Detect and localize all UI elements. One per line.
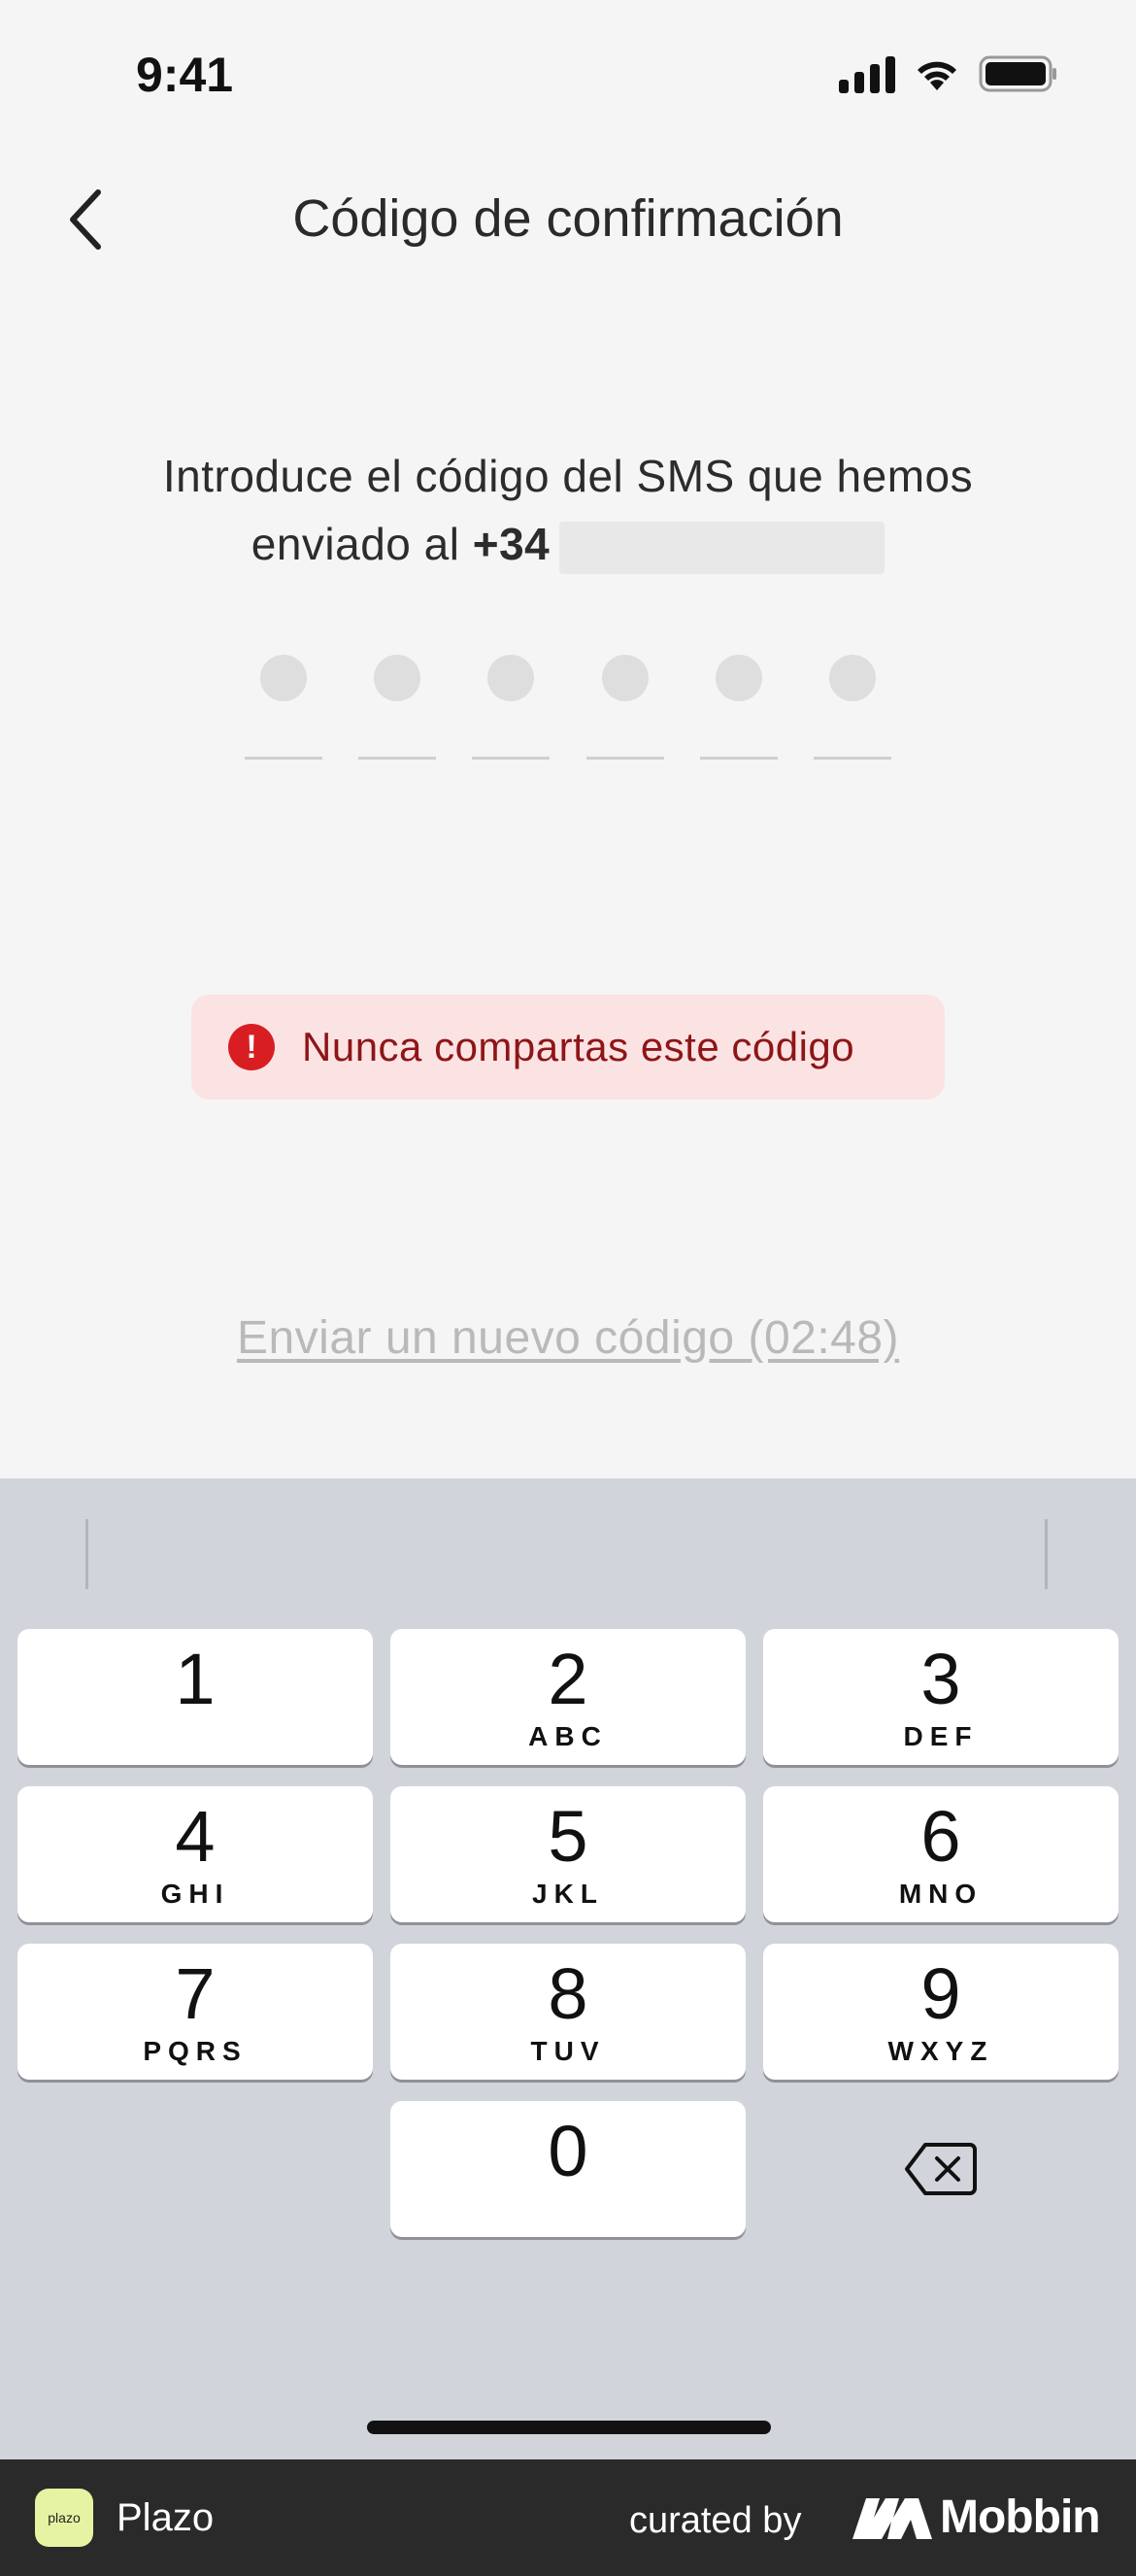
app-logo: plazo [35, 2489, 93, 2547]
code-slot[interactable] [585, 651, 664, 767]
key-letters: GHI [160, 1879, 230, 1909]
key-0[interactable]: 0 [390, 2101, 746, 2237]
key-2[interactable]: 2 ABC [390, 1629, 746, 1765]
code-slot-underline [245, 757, 322, 760]
key-5[interactable]: 5 JKL [390, 1786, 746, 1922]
key-letters: TUV [530, 2036, 606, 2066]
home-indicator [367, 2421, 771, 2434]
keypad-row: 1 2 ABC 3 DEF [17, 1629, 1119, 1765]
page-title: Código de confirmación [292, 189, 844, 248]
key-empty [17, 2101, 373, 2237]
alert-icon: ! [228, 1024, 275, 1070]
numeric-keyboard: 1 2 ABC 3 DEF 4 GHI 5 JKL 6 MNO 7 PQRS 8 TUV 9W… [0, 1478, 1136, 2459]
code-slot-dot [715, 655, 762, 701]
code-slot-dot [487, 655, 535, 701]
code-slot-underline [699, 757, 778, 760]
key-3[interactable]: 3 DEF [763, 1629, 1119, 1765]
keypad-row: 0 [17, 2101, 1119, 2237]
resend-code-link[interactable]: Enviar un nuevo código (02:48) [0, 1311, 1136, 1365]
suggestion-divider [1045, 1519, 1048, 1589]
status-time: 9:41 [136, 48, 234, 102]
keyboard-suggestion-bar [0, 1478, 1136, 1624]
key-4[interactable]: 4 GHI [17, 1786, 373, 1922]
code-input[interactable] [245, 651, 891, 767]
header: Código de confirmación [0, 165, 1136, 272]
code-slot-dot [828, 655, 876, 701]
code-slot[interactable] [245, 651, 322, 767]
key-1[interactable]: 1 [17, 1629, 373, 1765]
code-slot[interactable] [472, 651, 551, 767]
key-digit: 7 [175, 1953, 216, 2034]
code-slot[interactable] [813, 651, 891, 767]
key-digit: 6 [920, 1796, 961, 1877]
key-digit: 0 [548, 2111, 588, 2191]
key-digit: 3 [920, 1639, 961, 1719]
key-8[interactable]: 8 TUV [390, 1944, 746, 2080]
key-digit: 5 [548, 1796, 588, 1877]
key-digit: 4 [175, 1796, 216, 1877]
wifi-icon [913, 55, 961, 92]
key-7[interactable]: 7 PQRS [17, 1944, 373, 2080]
key-digit: 8 [548, 1953, 588, 2034]
key-digit: 2 [548, 1639, 588, 1719]
cellular-signal-icon [839, 54, 895, 93]
instructions-line-1: Introduce el código del SMS que hemos [162, 451, 974, 501]
code-slot-underline [358, 757, 437, 760]
code-slot[interactable] [699, 651, 778, 767]
footer-bar: plazo Plazo curated by Mobbin [0, 2459, 1136, 2576]
status-icons [839, 54, 1058, 93]
keypad-row: 7 PQRS 8 TUV 9 WXYZ [17, 1944, 1119, 2080]
key-letters: WXYZ [887, 2036, 994, 2066]
key-9[interactable]: 9 WXYZ [763, 1944, 1119, 2080]
warning-banner: ! Nunca compartas este código [191, 995, 945, 1100]
mobbin-brand: Mobbin [940, 2491, 1101, 2543]
code-slot[interactable] [358, 651, 437, 767]
code-slot-underline [813, 757, 891, 760]
keypad-row: 4 GHI 5 JKL 6 MNO [17, 1786, 1119, 1922]
code-slot-underline [585, 757, 664, 760]
key-letters: MNO [898, 1879, 984, 1909]
key-letters: JKL [532, 1879, 604, 1909]
instructions-sent-to: enviado al [251, 519, 473, 569]
code-slot-dot [374, 655, 421, 701]
backspace-icon [905, 2143, 977, 2195]
app-name: Plazo [117, 2496, 215, 2539]
code-slot-dot [601, 655, 649, 701]
curated-by-label: curated by [629, 2500, 802, 2541]
instructions-line-2: enviado al +34 [0, 510, 1136, 578]
code-slot-underline [472, 757, 551, 760]
redacted-phone-number [559, 521, 885, 574]
key-6[interactable]: 6 MNO [763, 1786, 1119, 1922]
key-letters: PQRS [143, 2036, 248, 2066]
keypad: 1 2 ABC 3 DEF 4 GHI 5 JKL 6 MNO 7 PQRS 8 TUV 9W… [17, 1629, 1119, 2258]
key-digit: 9 [920, 1953, 961, 2034]
key-letters: DEF [903, 1721, 979, 1751]
instructions: Introduce el código del SMS que hemos en… [0, 442, 1136, 578]
suggestion-divider [85, 1519, 88, 1589]
status-bar: 9:41 [0, 0, 1136, 146]
phone-prefix: +34 [472, 519, 551, 569]
code-slot-dot [260, 655, 307, 701]
delete-key[interactable] [763, 2101, 1119, 2237]
mobbin-logo-icon [852, 2498, 932, 2539]
key-digit: 1 [175, 1639, 216, 1719]
battery-icon [979, 54, 1058, 93]
warning-text: Nunca compartas este código [302, 1024, 855, 1069]
key-letters: ABC [528, 1721, 608, 1751]
